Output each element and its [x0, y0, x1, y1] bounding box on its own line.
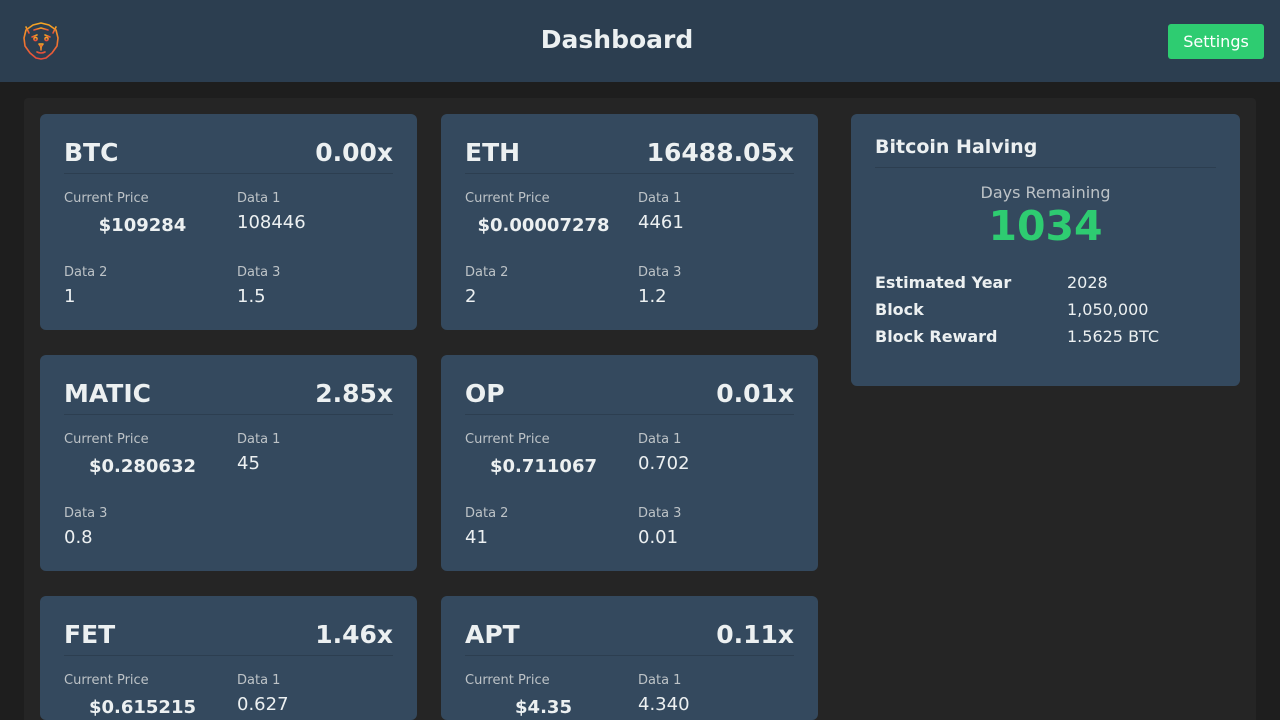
data-2-value: 1 [64, 286, 76, 307]
data-1-label: Data 1 [638, 191, 682, 206]
current-price: Current Price $0.280632 [64, 432, 221, 477]
estimated-year-value: 2028 [1067, 273, 1108, 292]
data-2-value: 41 [465, 527, 488, 548]
data-2-value: 2 [465, 286, 477, 307]
data-1-label: Data 1 [638, 673, 682, 688]
data-1-label: Data 1 [237, 432, 281, 447]
current-price-value: $0.711067 [489, 456, 598, 477]
data-2-label: Data 2 [64, 265, 108, 280]
current-price-label: Current Price [64, 432, 149, 447]
data-3-label: Data 3 [638, 506, 682, 521]
block-value: 1,050,000 [1067, 300, 1149, 319]
crypto-card-fet[interactable]: FET 1.46x Current Price $0.615215 Data 1… [40, 596, 417, 720]
data-3-label: Data 3 [237, 265, 281, 280]
data-1-label: Data 1 [237, 191, 281, 206]
card-header: BTC 0.00x [64, 138, 393, 174]
coin-multiplier: 0.01x [716, 379, 794, 408]
card-header: ETH 16488.05x [465, 138, 794, 174]
halving-title: Bitcoin Halving [875, 136, 1216, 168]
settings-button[interactable]: Settings [1168, 24, 1264, 59]
data-1-value: 0.627 [237, 694, 289, 715]
current-price-label: Current Price [465, 673, 550, 688]
card-header: OP 0.01x [465, 379, 794, 415]
bitcoin-halving-panel: Bitcoin Halving Days Remaining 1034 Esti… [851, 114, 1240, 386]
current-price-value: $109284 [98, 215, 187, 236]
days-remaining-label: Days Remaining [980, 183, 1111, 202]
block-reward-value: 1.5625 BTC [1067, 327, 1160, 346]
card-header: APT 0.11x [465, 620, 794, 656]
current-price: Current Price $0.615215 [64, 673, 221, 718]
coin-multiplier: 0.00x [315, 138, 393, 167]
coin-symbol: ETH [465, 138, 521, 167]
crypto-card-op[interactable]: OP 0.01x Current Price $0.711067 Data 1 … [441, 355, 818, 571]
data-3: Data 3 1.2 [638, 265, 681, 307]
current-price-value: $0.00007278 [477, 215, 610, 236]
data-2: Data 2 41 [465, 506, 508, 548]
data-1-label: Data 1 [237, 673, 281, 688]
current-price: Current Price $0.711067 [465, 432, 622, 477]
crypto-card-btc[interactable]: BTC 0.00x Current Price $109284 Data 1 1… [40, 114, 417, 330]
crypto-card-matic[interactable]: MATIC 2.85x Current Price $0.280632 Data… [40, 355, 417, 571]
current-price: Current Price $0.00007278 [465, 191, 622, 236]
crypto-card-apt[interactable]: APT 0.11x Current Price $4.35 Data 1 4.3… [441, 596, 818, 720]
current-price: Current Price $109284 [64, 191, 221, 236]
current-price: Current Price $4.35 [465, 673, 622, 718]
current-price-label: Current Price [465, 191, 550, 206]
data-1: Data 1 0.627 [237, 673, 289, 715]
coin-multiplier: 2.85x [315, 379, 393, 408]
data-3-label: Data 3 [638, 265, 682, 280]
data-2: Data 2 1 [64, 265, 107, 307]
coin-multiplier: 16488.05x [646, 138, 794, 167]
data-2: Data 2 2 [465, 265, 508, 307]
data-2-label: Data 2 [465, 265, 509, 280]
data-3-value: 1.5 [237, 286, 266, 307]
coin-symbol: FET [64, 620, 116, 649]
days-remaining-value: 1034 [988, 202, 1103, 250]
data-3-value: 0.01 [638, 527, 679, 548]
data-1: Data 1 45 [237, 432, 280, 474]
estimated-year-label: Estimated Year [875, 273, 1012, 292]
data-1: Data 1 0.702 [638, 432, 690, 474]
data-3: Data 3 1.5 [237, 265, 280, 307]
data-1-label: Data 1 [638, 432, 682, 447]
coin-multiplier: 0.11x [716, 620, 794, 649]
data-2-label: Data 2 [465, 506, 509, 521]
data-1-value: 0.702 [638, 453, 690, 474]
data-1-value: 4461 [638, 212, 684, 233]
data-3-value: 0.8 [64, 527, 93, 548]
data-1: Data 1 4.340 [638, 673, 690, 715]
coin-symbol: BTC [64, 138, 119, 167]
current-price-label: Current Price [64, 191, 149, 206]
data-3: Data 3 0.8 [64, 506, 107, 548]
data-1-value: 4.340 [638, 694, 690, 715]
card-header: FET 1.46x [64, 620, 393, 656]
current-price-label: Current Price [465, 432, 550, 447]
current-price-label: Current Price [64, 673, 149, 688]
data-1-value: 108446 [237, 212, 306, 233]
coin-multiplier: 1.46x [315, 620, 393, 649]
data-1-value: 45 [237, 453, 260, 474]
card-header: MATIC 2.85x [64, 379, 393, 415]
data-3: Data 3 0.01 [638, 506, 681, 548]
data-3-value: 1.2 [638, 286, 667, 307]
current-price-value: $4.35 [515, 697, 572, 718]
data-3-label: Data 3 [64, 506, 108, 521]
coin-symbol: OP [465, 379, 505, 408]
block-reward-label: Block Reward [875, 327, 998, 346]
coin-symbol: APT [465, 620, 520, 649]
block-label: Block [875, 300, 924, 319]
top-bar: Dashboard Settings [0, 0, 1280, 82]
current-price-value: $0.280632 [88, 456, 197, 477]
data-1: Data 1 108446 [237, 191, 306, 233]
current-price-value: $0.615215 [88, 697, 197, 718]
crypto-card-eth[interactable]: ETH 16488.05x Current Price $0.00007278 … [441, 114, 818, 330]
data-1: Data 1 4461 [638, 191, 684, 233]
page-title: Dashboard [540, 25, 694, 54]
coin-symbol: MATIC [64, 379, 151, 408]
